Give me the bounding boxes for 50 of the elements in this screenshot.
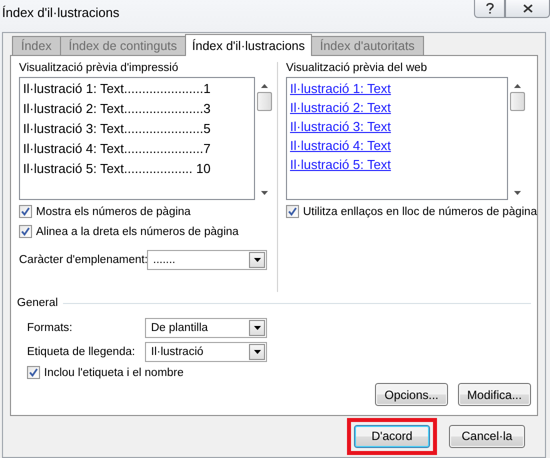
caret-icon <box>254 326 260 330</box>
scroll-up-icon[interactable] <box>514 84 521 88</box>
preview-link[interactable]: Il·lustració 2: Text <box>290 100 391 115</box>
checkbox-label: Inclou l'etiqueta i el nombre <box>44 366 184 378</box>
preview-link[interactable]: Il·lustració 5: Text <box>290 157 391 172</box>
dialog-button[interactable]: Modifica... <box>458 383 531 406</box>
window-title: Índex d'il·lustracions <box>2 5 120 20</box>
preview-link[interactable]: Il·lustració 3: Text <box>290 119 391 134</box>
preview-entry: Il·lustració 1: Text......................1 <box>23 81 212 97</box>
preview-entry: Il·lustració 2: Text......................3 <box>23 101 212 117</box>
checkbox-label: Mostra els números de pàgina <box>36 206 191 218</box>
dialog-button[interactable]: Opcions... <box>375 383 448 406</box>
section-label: Visualització prèvia d'impressió <box>19 62 180 74</box>
checkmark-icon <box>29 368 38 377</box>
checkbox[interactable]: Inclou l'etiqueta i el nombre <box>27 366 184 379</box>
field-label: Formats: <box>26 322 74 334</box>
help-icon <box>486 3 494 14</box>
section-label: Visualització prèvia del web <box>286 62 428 74</box>
dialog-button[interactable]: Cancel·la <box>449 424 525 448</box>
checkmark-icon <box>288 207 297 216</box>
caret-icon <box>254 350 260 354</box>
checkmark-icon <box>21 207 30 216</box>
scroll-thumb[interactable] <box>257 92 272 111</box>
close-icon <box>522 4 532 13</box>
scroll-down-icon[interactable] <box>261 191 268 195</box>
dropdown[interactable]: Il·lustració <box>145 342 267 362</box>
checkbox-box[interactable] <box>286 205 299 218</box>
checkbox-box[interactable] <box>27 366 40 379</box>
tab[interactable]: Índex d'il·lustracions <box>185 34 312 56</box>
help-button[interactable] <box>474 0 505 18</box>
scroll-thumb[interactable] <box>510 92 525 111</box>
field-label: Caràcter d'emplenament: <box>19 254 147 266</box>
preview-entry: Il·lustració 5: Text................... 10 <box>23 161 212 177</box>
preview-entry: Il·lustració 3: Text......................5 <box>23 121 212 137</box>
preview-link[interactable]: Il·lustració 1: Text <box>290 81 391 96</box>
scroll-up-icon[interactable] <box>261 84 268 88</box>
field-label: Etiqueta de llegenda: <box>26 346 136 358</box>
checkbox-box[interactable] <box>19 205 32 218</box>
group-title: General <box>17 297 58 309</box>
dropdown[interactable]: De plantilla <box>145 318 267 338</box>
preview-entry: Il·lustració 4: Text......................7 <box>23 141 212 157</box>
close-button[interactable] <box>505 0 550 18</box>
scroll-down-icon[interactable] <box>514 191 521 195</box>
checkbox[interactable]: Mostra els números de pàgina <box>19 205 191 218</box>
caret-icon <box>254 258 260 262</box>
dialog-button[interactable]: D'acord <box>354 424 430 448</box>
dropdown[interactable]: ....... <box>147 250 267 270</box>
checkmark-icon <box>21 227 30 236</box>
checkbox-box[interactable] <box>19 225 32 238</box>
preview-link[interactable]: Il·lustració 4: Text <box>290 138 391 153</box>
